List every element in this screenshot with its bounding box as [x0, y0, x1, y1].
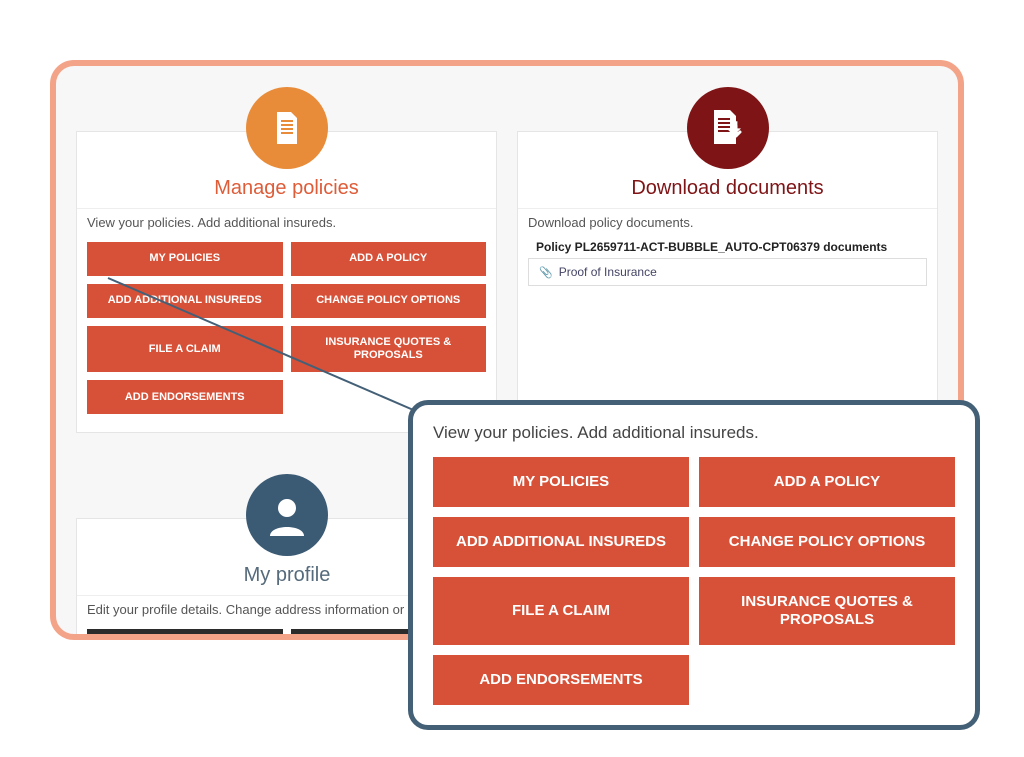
- manage-policies-subtitle: View your policies. Add additional insur…: [77, 208, 496, 236]
- zoom-subtitle: View your policies. Add additional insur…: [433, 423, 955, 443]
- add-policy-button[interactable]: ADD A POLICY: [291, 242, 487, 276]
- top-cards-row: Manage policies View your policies. Add …: [76, 86, 938, 433]
- zoom-add-insureds-button[interactable]: ADD ADDITIONAL INSUREDS: [433, 517, 689, 567]
- manage-buttons-grid: MY POLICIES ADD A POLICY ADD ADDITIONAL …: [77, 236, 496, 420]
- zoom-file-claim-button[interactable]: FILE A CLAIM: [433, 577, 689, 645]
- change-options-button[interactable]: CHANGE POLICY OPTIONS: [291, 284, 487, 318]
- zoom-change-options-button[interactable]: CHANGE POLICY OPTIONS: [699, 517, 955, 567]
- proof-of-insurance-link[interactable]: 📎 Proof of Insurance: [528, 258, 927, 286]
- zoom-add-policy-button[interactable]: ADD A POLICY: [699, 457, 955, 507]
- add-insureds-button[interactable]: ADD ADDITIONAL INSUREDS: [87, 284, 283, 318]
- doc-item-label: Proof of Insurance: [559, 265, 657, 279]
- my-policies-button[interactable]: MY POLICIES: [87, 242, 283, 276]
- file-claim-button[interactable]: FILE A CLAIM: [87, 326, 283, 372]
- download-document-icon: [687, 87, 769, 169]
- zoom-add-endorsements-button[interactable]: ADD ENDORSEMENTS: [433, 655, 689, 705]
- document-icon: [246, 87, 328, 169]
- policy-documents-heading: Policy PL2659711-ACT-BUBBLE_AUTO-CPT0637…: [528, 240, 927, 254]
- policy-documents-section: Policy PL2659711-ACT-BUBBLE_AUTO-CPT0637…: [518, 236, 937, 286]
- zoom-my-policies-button[interactable]: MY POLICIES: [433, 457, 689, 507]
- edit-personal-info-button[interactable]: EDIT PERSONAL INFO: [87, 629, 283, 640]
- zoom-quotes-button[interactable]: INSURANCE QUOTES & PROPOSALS: [699, 577, 955, 645]
- add-endorsements-button[interactable]: ADD ENDORSEMENTS: [87, 380, 283, 414]
- download-documents-subtitle: Download policy documents.: [518, 208, 937, 236]
- profile-avatar-icon: [246, 474, 328, 556]
- zoom-callout: View your policies. Add additional insur…: [408, 400, 980, 730]
- download-documents-card: Download documents Download policy docum…: [517, 131, 938, 433]
- download-documents-title: Download documents: [518, 177, 937, 200]
- zoom-buttons-grid: MY POLICIES ADD A POLICY ADD ADDITIONAL …: [433, 457, 955, 705]
- attachment-icon: 📎: [539, 266, 553, 279]
- manage-policies-card: Manage policies View your policies. Add …: [76, 131, 497, 433]
- quotes-button[interactable]: INSURANCE QUOTES & PROPOSALS: [291, 326, 487, 372]
- manage-policies-title: Manage policies: [77, 177, 496, 200]
